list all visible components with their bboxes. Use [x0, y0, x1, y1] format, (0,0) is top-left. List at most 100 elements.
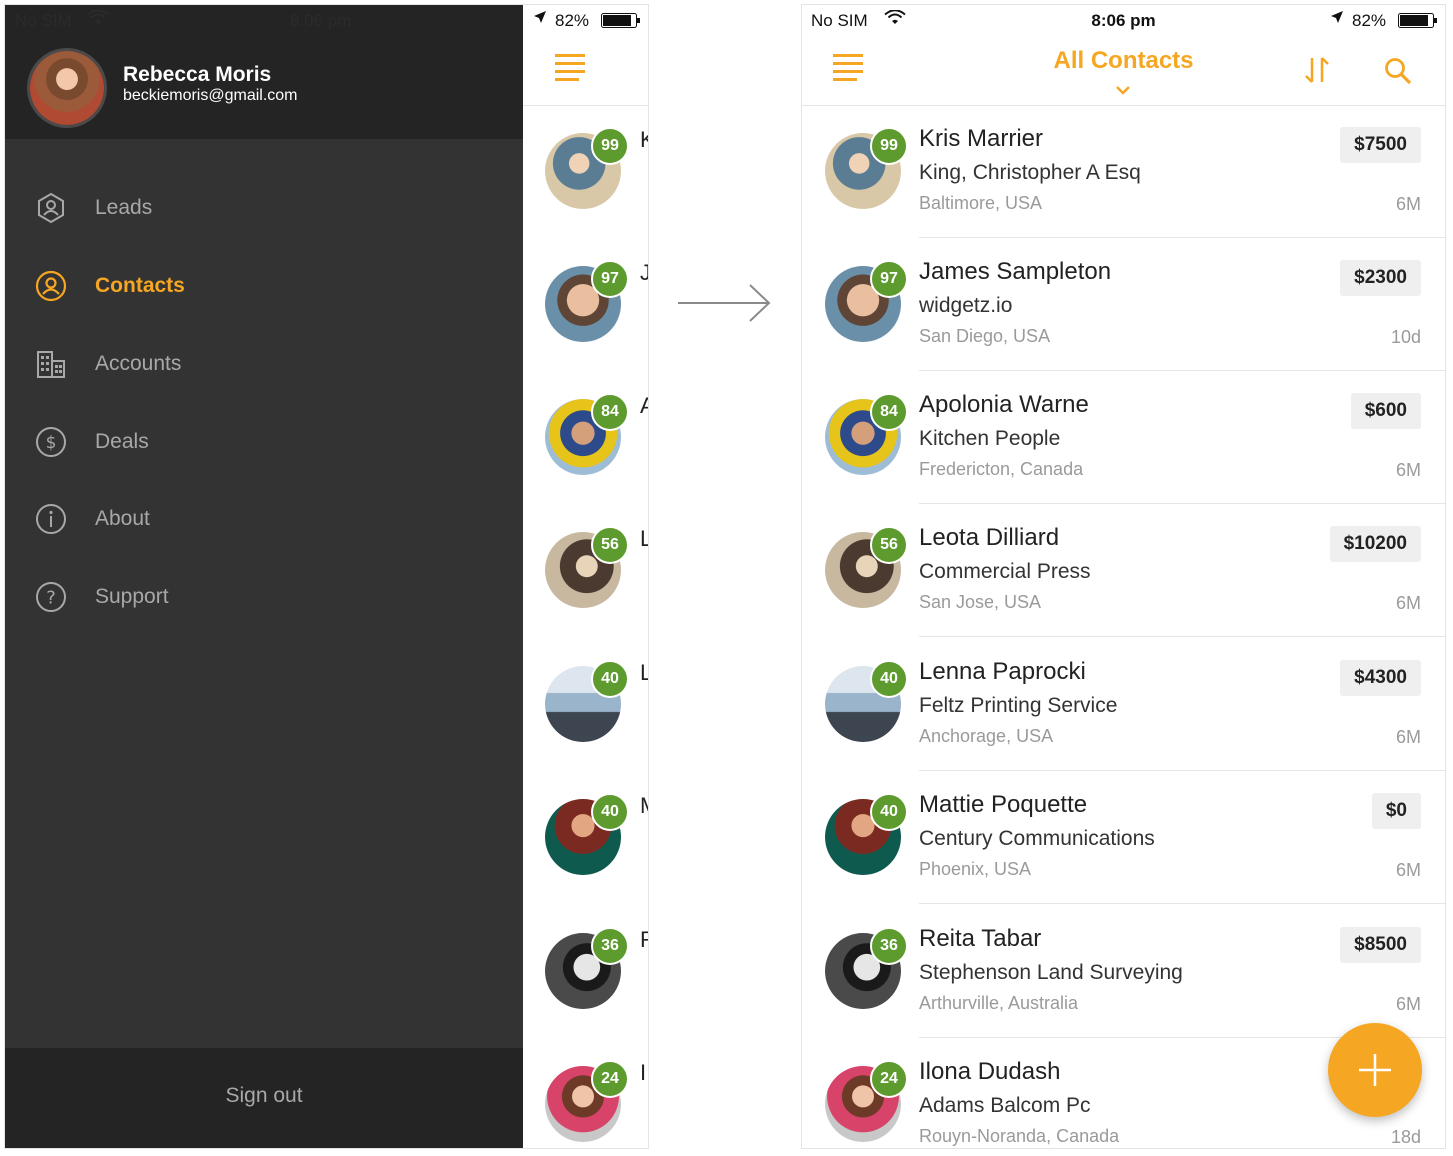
peek-name: L — [640, 660, 648, 685]
contact-location: Fredericton, Canada — [919, 459, 1084, 479]
add-contact-button[interactable] — [1328, 1023, 1422, 1117]
menu-label: Leads — [95, 196, 153, 219]
contact-name: Mattie Poquette — [919, 791, 1088, 818]
list-item[interactable]: 36 R — [523, 905, 648, 1038]
help-icon: ? — [35, 581, 67, 613]
contact-location: San Diego, USA — [919, 326, 1051, 346]
table-row[interactable]: 99 Kris Marrier King, Christopher A Esq … — [802, 105, 1445, 238]
menu-item-contacts[interactable]: Contacts — [5, 256, 523, 318]
menu-item-support[interactable]: ? Support — [5, 567, 523, 629]
table-row[interactable]: 84 Apolonia Warne Kitchen People Frederi… — [802, 371, 1445, 504]
battery-percent: 82% — [1352, 11, 1387, 30]
row-divider — [919, 636, 1445, 637]
contact-company: Commercial Press — [919, 560, 1091, 583]
lead-score-badge: 36 — [870, 927, 908, 965]
contact-age: 6M — [1395, 994, 1421, 1014]
contact-company: Kitchen People — [919, 427, 1061, 450]
table-row[interactable]: 56 Leota Dilliard Commercial Press San J… — [802, 504, 1445, 637]
sign-out-button[interactable]: Sign out — [5, 1084, 523, 1108]
contact-company: widgetz.io — [919, 294, 1013, 317]
peek-name: I — [640, 1060, 647, 1085]
contact-name: James Sampleton — [919, 258, 1112, 285]
arrow-right-icon — [678, 283, 772, 328]
menu-item-leads[interactable]: Leads — [5, 178, 523, 240]
svg-text:$: $ — [46, 433, 57, 453]
drawer-header: No SIM 8:06 pm Rebecca Moris beckiemoris… — [5, 5, 523, 139]
contact-name: Ilona Dudash — [919, 1058, 1061, 1085]
lead-score-badge: 24 — [591, 1060, 629, 1098]
profile-avatar[interactable] — [30, 51, 104, 125]
battery-icon — [1398, 13, 1438, 33]
list-item[interactable]: 56 L — [523, 504, 648, 637]
battery-percent: 82% — [555, 11, 590, 30]
contacts-screen: No SIM 8:06 pm 82% All Contacts 99 Kris … — [802, 5, 1445, 1148]
lead-score-badge: 99 — [591, 127, 629, 165]
menu-label: About — [95, 507, 150, 530]
peek-name: A — [640, 393, 648, 418]
list-item[interactable]: 84 A — [523, 371, 648, 504]
deal-amount-badge: $4300 — [1340, 660, 1421, 696]
profile-name: Rebecca Moris — [123, 63, 272, 86]
list-item[interactable]: 24 I — [523, 1038, 648, 1148]
lead-score-badge: 40 — [591, 793, 629, 831]
contact-name: Kris Marrier — [919, 125, 1043, 152]
contact-age: 6M — [1395, 860, 1421, 880]
lead-score-badge: 56 — [591, 526, 629, 564]
profile-email: beckiemoris@gmail.com — [123, 87, 298, 104]
list-item[interactable]: 99 K — [523, 105, 648, 238]
lead-score-badge: 40 — [591, 660, 629, 698]
peek-name: R — [640, 927, 648, 952]
leads-icon — [35, 192, 67, 224]
lead-score-badge: 40 — [870, 660, 908, 698]
lead-score-badge: 24 — [870, 1060, 908, 1098]
list-item[interactable]: 40 L — [523, 638, 648, 771]
table-row[interactable]: 40 Mattie Poquette Century Communication… — [802, 771, 1445, 904]
contact-location: Rouyn-Noranda, Canada — [919, 1126, 1120, 1146]
lead-score-badge: 97 — [591, 260, 629, 298]
contact-name: Apolonia Warne — [919, 391, 1089, 418]
chevron-down-icon[interactable] — [1115, 82, 1131, 100]
lead-score-badge: 97 — [870, 260, 908, 298]
carrier-label: No SIM — [15, 11, 72, 30]
menu-item-accounts[interactable]: Accounts — [5, 334, 523, 396]
contact-age: 6M — [1395, 727, 1421, 747]
peek-name: J — [640, 260, 648, 285]
lead-score-badge: 84 — [870, 393, 908, 431]
contact-age: 18d — [1390, 1127, 1421, 1147]
table-row[interactable]: 36 Reita Tabar Stephenson Land Surveying… — [802, 905, 1445, 1038]
list-item[interactable]: 97 J — [523, 238, 648, 371]
battery-icon — [601, 13, 641, 33]
lead-score-badge: 99 — [870, 127, 908, 165]
menu-label: Deals — [95, 430, 149, 453]
contact-company: Feltz Printing Service — [919, 694, 1118, 717]
contacts-icon — [35, 270, 67, 302]
lead-score-badge: 36 — [591, 927, 629, 965]
lead-score-badge: 56 — [870, 526, 908, 564]
building-icon — [35, 348, 67, 380]
lead-score-badge: 84 — [591, 393, 629, 431]
table-row[interactable]: 97 James Sampleton widgetz.io San Diego,… — [802, 238, 1445, 371]
menu-label: Support — [95, 585, 169, 608]
list-item[interactable]: 40 M — [523, 771, 648, 904]
contact-age: 6M — [1395, 460, 1421, 480]
menu-item-about[interactable]: About — [5, 489, 523, 551]
sign-out-bar[interactable]: Sign out — [5, 1048, 523, 1148]
contact-location: Phoenix, USA — [919, 859, 1032, 879]
menu-icon[interactable] — [555, 54, 585, 91]
table-row[interactable]: 40 Lenna Paprocki Feltz Printing Service… — [802, 638, 1445, 771]
menu-item-deals[interactable]: $ Deals — [5, 412, 523, 474]
contact-name: Lenna Paprocki — [919, 658, 1086, 685]
status-time: 8:06 pm — [290, 11, 352, 30]
plus-icon — [1358, 1053, 1392, 1092]
peek-name: M — [640, 793, 648, 819]
peek-contact-list[interactable]: 82% 99 K 97 J 84 A 56 L 40 L 40 36 R 24 … — [523, 5, 648, 1148]
contact-company: Adams Balcom Pc — [919, 1094, 1091, 1117]
menu-label: Accounts — [95, 352, 182, 375]
contact-location: Anchorage, USA — [919, 726, 1054, 746]
menu-label: Contacts — [95, 274, 185, 297]
peek-name: K — [640, 127, 648, 152]
page-title[interactable]: All Contacts — [802, 47, 1445, 75]
sort-icon[interactable] — [1304, 56, 1330, 89]
location-icon — [1330, 10, 1344, 29]
search-icon[interactable] — [1384, 57, 1412, 90]
